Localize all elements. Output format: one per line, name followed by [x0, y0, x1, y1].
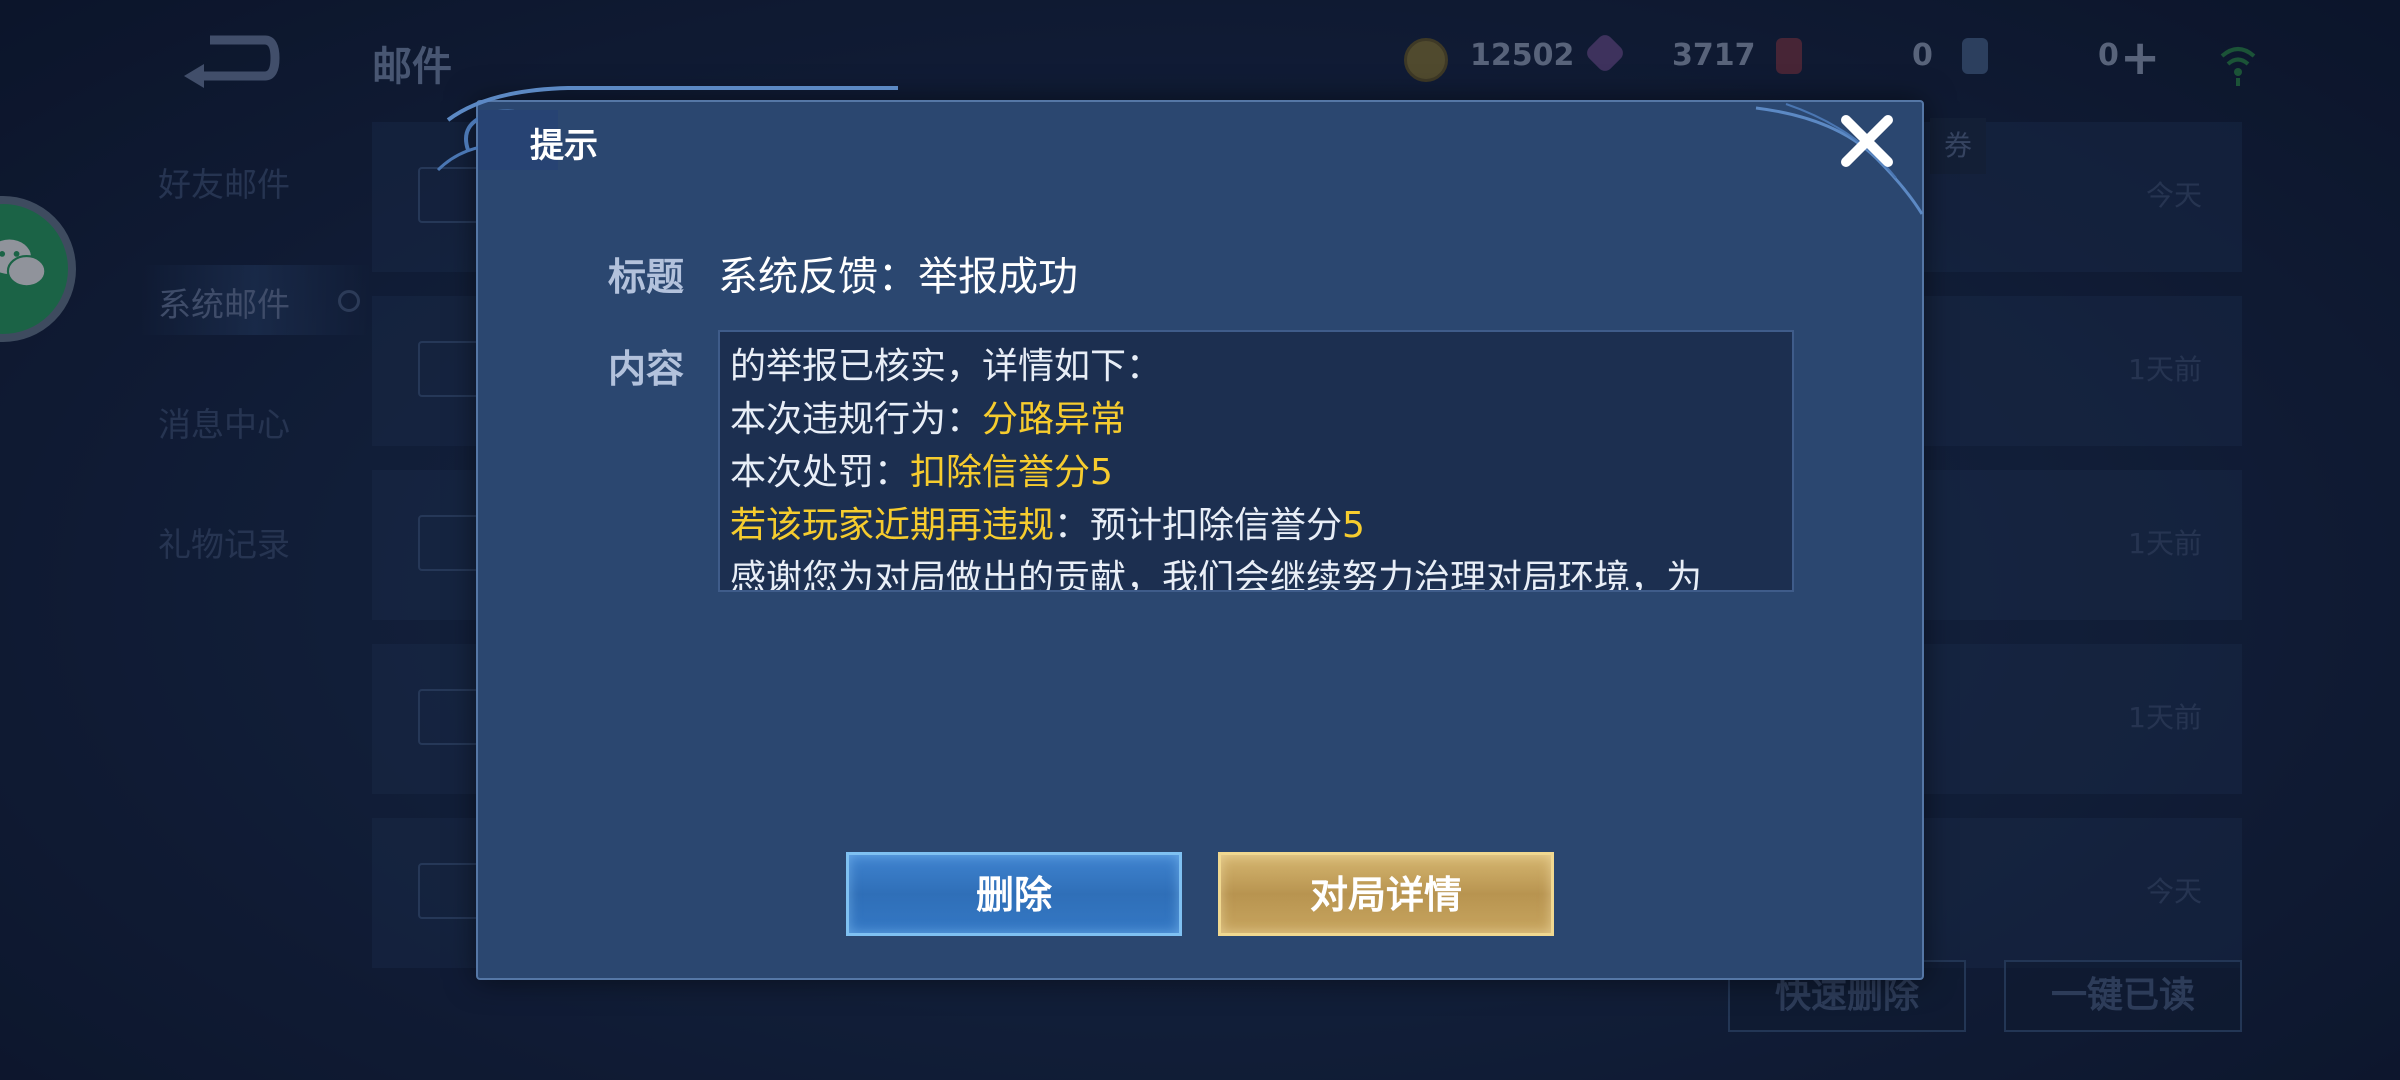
close-icon[interactable]	[1836, 110, 1898, 172]
violation-value: 分路异常	[982, 399, 1127, 440]
content-line: 本次违规行为：分路异常	[730, 393, 1782, 446]
content-line: 感谢您为对局做出的贡献，我们会继续努力治理对局环境，为	[730, 558, 1703, 592]
expected-label: ：预计扣除信誉分	[1054, 505, 1343, 546]
expected-value: 5	[1342, 505, 1365, 546]
penalty-value: 扣除信誉分5	[910, 452, 1113, 493]
content-line: 若该玩家近期再违规：预计扣除信誉分5	[730, 499, 1782, 552]
dialog-header-ornament	[436, 86, 898, 172]
penalty-label: 本次处罚：	[730, 452, 911, 493]
content-label: 内容	[608, 347, 685, 391]
warning-text: 若该玩家近期再违规	[730, 505, 1055, 546]
content-line: 的举报已核实，详情如下：	[730, 346, 1163, 387]
subject-label: 标题	[608, 255, 685, 299]
content-scroll-box[interactable]: 的举报已核实，详情如下： 本次违规行为：分路异常 本次处罚：扣除信誉分5 若该玩…	[718, 330, 1794, 592]
subject-value: 系统反馈：举报成功	[718, 254, 1078, 300]
content-line: 本次处罚：扣除信誉分5	[730, 446, 1782, 499]
notice-dialog: 提示 标题 系统反馈：举报成功 内容 的举报已核实，详情如下： 本次违规行为：分…	[436, 86, 1924, 980]
dialog-title: 提示	[530, 126, 598, 166]
match-details-button[interactable]: 对局详情	[1218, 852, 1554, 936]
violation-label: 本次违规行为：	[730, 399, 983, 440]
delete-button[interactable]: 删除	[846, 852, 1182, 936]
